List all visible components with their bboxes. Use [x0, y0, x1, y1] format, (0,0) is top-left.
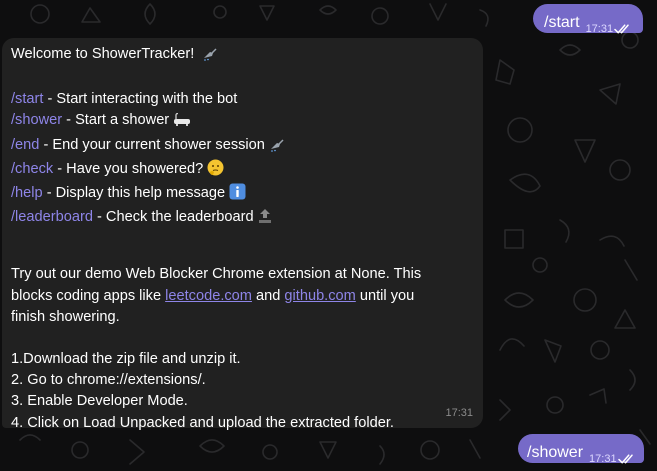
leetcode-link[interactable]: leetcode.com: [165, 288, 252, 304]
command-line-end: /end - End your current shower session: [11, 135, 473, 159]
promo-line-1: Try out our demo Web Blocker Chrome exte…: [11, 266, 422, 283]
promo-line-3: finish showering.: [11, 308, 120, 325]
message-time: 17:31: [585, 23, 614, 35]
bathtub-icon: [173, 113, 191, 134]
step-1: 1.Download the zip file and unzip it.: [11, 351, 241, 368]
command-description: - Have you showered?: [53, 160, 204, 177]
top-arrow-icon: [258, 208, 272, 231]
promo-text: blocks coding apps like: [11, 287, 166, 304]
information-icon: [229, 183, 246, 207]
command-link-shower[interactable]: /shower: [11, 112, 62, 128]
command-line-shower: /shower - Start a shower: [11, 110, 473, 134]
github-link[interactable]: github.com: [284, 288, 355, 304]
step-4: 4. Click on Load Unpacked and upload the…: [11, 414, 394, 431]
promo-text: and: [251, 287, 285, 304]
step-3: 3. Enable Developer Mode.: [11, 393, 188, 410]
command-line-check: /check - Have you showered?: [11, 159, 473, 183]
welcome-title: Welcome to ShowerTracker!: [11, 46, 195, 62]
command-description: - Display this help message: [42, 185, 226, 202]
step-2: 2. Go to chrome://extensions/.: [11, 372, 206, 389]
command-description: - Check the leaderboard: [92, 209, 254, 226]
command-description: - Start a shower: [62, 112, 170, 129]
promo-text: until you: [355, 287, 415, 304]
message-text: /shower: [527, 444, 584, 461]
command-link-leaderboard[interactable]: /leaderboard: [11, 209, 93, 225]
message-meta: 17:31: [586, 23, 633, 35]
message-time: 17:31: [589, 453, 617, 465]
command-link-end[interactable]: /end: [11, 137, 39, 153]
outgoing-message-start[interactable]: /start 17:31: [533, 4, 643, 35]
message-time: 17:31: [445, 406, 473, 419]
promo-line-2: blocks coding apps like leetcode.com and…: [11, 286, 473, 307]
double-check-icon: [617, 453, 636, 465]
message-text: /start: [544, 14, 580, 31]
command-line-leaderboard: /leaderboard - Check the leaderboard: [11, 207, 473, 231]
outgoing-message-shower[interactable]: /shower 17:31: [518, 434, 644, 465]
message-meta: 17:31: [589, 453, 636, 465]
command-line-help: /help - Display this help message: [11, 183, 473, 207]
command-link-start[interactable]: /start: [11, 91, 43, 107]
shower-head-icon: [202, 47, 218, 68]
bot-message: Welcome to ShowerTracker! /start - Start…: [2, 38, 483, 431]
welcome-line: Welcome to ShowerTracker!: [11, 44, 473, 68]
command-line-start: /start - Start interacting with the bot: [11, 89, 473, 110]
thinking-face-icon: [207, 159, 224, 183]
command-description: - End your current shower session: [39, 136, 265, 153]
command-link-check[interactable]: /check: [11, 161, 53, 177]
command-link-help[interactable]: /help: [11, 185, 43, 201]
double-check-icon: [614, 23, 632, 35]
shower-head-icon: [269, 138, 285, 159]
command-description: - Start interacting with the bot: [43, 91, 238, 108]
